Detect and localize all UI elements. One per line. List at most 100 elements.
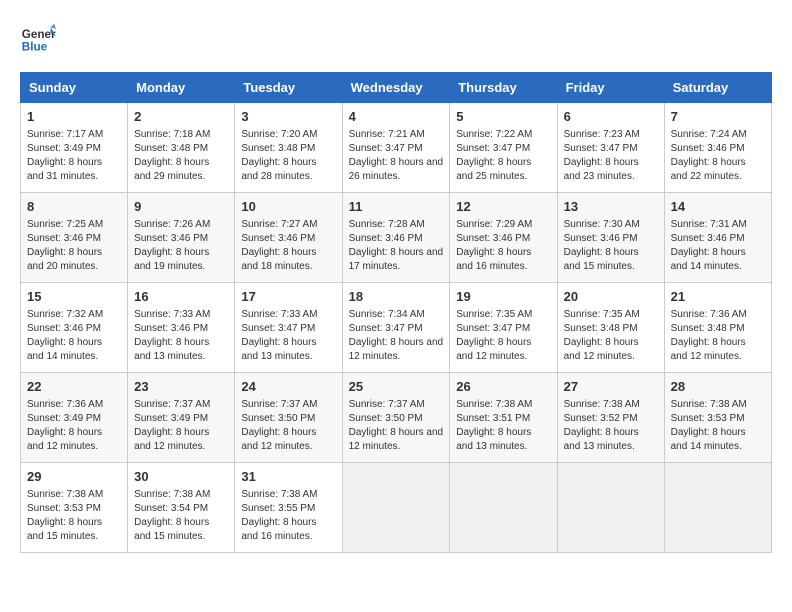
sunrise-label: Sunrise: 7:35 AM — [564, 309, 640, 320]
col-header-saturday: Saturday — [664, 73, 771, 103]
daylight-label: Daylight: 8 hours and 13 minutes. — [241, 337, 316, 362]
sunrise-label: Sunrise: 7:38 AM — [27, 489, 103, 500]
calendar-cell — [557, 463, 664, 553]
sunrise-label: Sunrise: 7:29 AM — [456, 219, 532, 230]
daylight-label: Daylight: 8 hours and 16 minutes. — [456, 247, 531, 272]
day-number: 29 — [27, 468, 121, 486]
day-number: 5 — [456, 108, 550, 126]
sunrise-label: Sunrise: 7:28 AM — [349, 219, 425, 230]
sunset-label: Sunset: 3:46 PM — [27, 233, 101, 244]
sunset-label: Sunset: 3:47 PM — [564, 143, 638, 154]
sunrise-label: Sunrise: 7:34 AM — [349, 309, 425, 320]
sunrise-label: Sunrise: 7:18 AM — [134, 129, 210, 140]
logo-icon: General Blue — [20, 20, 56, 56]
calendar-cell: 15Sunrise: 7:32 AMSunset: 3:46 PMDayligh… — [21, 283, 128, 373]
sunset-label: Sunset: 3:47 PM — [349, 323, 423, 334]
day-number: 16 — [134, 288, 228, 306]
sunrise-label: Sunrise: 7:38 AM — [671, 399, 747, 410]
calendar-cell: 23Sunrise: 7:37 AMSunset: 3:49 PMDayligh… — [128, 373, 235, 463]
day-number: 8 — [27, 198, 121, 216]
calendar-cell: 10Sunrise: 7:27 AMSunset: 3:46 PMDayligh… — [235, 193, 342, 283]
sunrise-label: Sunrise: 7:37 AM — [134, 399, 210, 410]
header: General Blue — [20, 20, 772, 56]
day-number: 12 — [456, 198, 550, 216]
sunset-label: Sunset: 3:50 PM — [349, 413, 423, 424]
day-number: 23 — [134, 378, 228, 396]
sunset-label: Sunset: 3:46 PM — [564, 233, 638, 244]
sunset-label: Sunset: 3:52 PM — [564, 413, 638, 424]
sunrise-label: Sunrise: 7:36 AM — [27, 399, 103, 410]
calendar-cell: 29 Sunrise: 7:38 AM Sunset: 3:53 PM Dayligh… — [21, 463, 128, 553]
sunset-label: Sunset: 3:51 PM — [456, 413, 530, 424]
sunset-label: Sunset: 3:53 PM — [27, 503, 101, 514]
sunset-label: Sunset: 3:48 PM — [241, 143, 315, 154]
calendar-cell: 12 Sunrise: 7:29 AM Sunset: 3:46 PM Dayligh… — [450, 193, 557, 283]
sunrise-label: Sunrise: 7:37 AM — [241, 399, 317, 410]
week-row-3: 15Sunrise: 7:32 AMSunset: 3:46 PMDayligh… — [21, 283, 772, 373]
calendar-cell — [342, 463, 450, 553]
calendar-cell: 9Sunrise: 7:26 AMSunset: 3:46 PMDaylight… — [128, 193, 235, 283]
sunset-label: Sunset: 3:46 PM — [241, 233, 315, 244]
day-number: 30 — [134, 468, 228, 486]
calendar: SundayMondayTuesdayWednesdayThursdayFrid… — [20, 72, 772, 553]
daylight-label: Daylight: 8 hours and 29 minutes. — [134, 157, 209, 182]
day-number: 21 — [671, 288, 765, 306]
sunset-label: Sunset: 3:46 PM — [456, 233, 530, 244]
sunrise-label: Sunrise: 7:38 AM — [241, 489, 317, 500]
sunrise-label: Sunrise: 7:20 AM — [241, 129, 317, 140]
calendar-cell: 30Sunrise: 7:38 AMSunset: 3:54 PMDayligh… — [128, 463, 235, 553]
calendar-cell: 11Sunrise: 7:28 AMSunset: 3:46 PMDayligh… — [342, 193, 450, 283]
sunrise-label: Sunrise: 7:33 AM — [241, 309, 317, 320]
daylight-label: Daylight: 8 hours and 15 minutes. — [27, 517, 102, 542]
logo: General Blue — [20, 20, 62, 56]
week-row-1: 1Sunrise: 7:17 AMSunset: 3:49 PMDaylight… — [21, 103, 772, 193]
calendar-cell: 17Sunrise: 7:33 AMSunset: 3:47 PMDayligh… — [235, 283, 342, 373]
sunrise-label: Sunrise: 7:33 AM — [134, 309, 210, 320]
daylight-label: Daylight: 8 hours and 12 minutes. — [349, 337, 444, 362]
calendar-cell: 22Sunrise: 7:36 AMSunset: 3:49 PMDayligh… — [21, 373, 128, 463]
calendar-cell: 6Sunrise: 7:23 AMSunset: 3:47 PMDaylight… — [557, 103, 664, 193]
sunset-label: Sunset: 3:47 PM — [456, 143, 530, 154]
sunrise-label: Sunrise: 7:17 AM — [27, 129, 103, 140]
daylight-label: Daylight: 8 hours and 12 minutes. — [134, 427, 209, 452]
week-row-4: 22Sunrise: 7:36 AMSunset: 3:49 PMDayligh… — [21, 373, 772, 463]
sunrise-label: Sunrise: 7:25 AM — [27, 219, 103, 230]
sunset-label: Sunset: 3:48 PM — [671, 323, 745, 334]
sunrise-label: Sunrise: 7:38 AM — [564, 399, 640, 410]
sunrise-label: Sunrise: 7:24 AM — [671, 129, 747, 140]
sunset-label: Sunset: 3:53 PM — [671, 413, 745, 424]
calendar-cell: 28Sunrise: 7:38 AMSunset: 3:53 PMDayligh… — [664, 373, 771, 463]
daylight-label: Daylight: 8 hours and 23 minutes. — [564, 157, 639, 182]
sunrise-label: Sunrise: 7:38 AM — [456, 399, 532, 410]
calendar-cell: 20Sunrise: 7:35 AMSunset: 3:48 PMDayligh… — [557, 283, 664, 373]
sunrise-label: Sunrise: 7:21 AM — [349, 129, 425, 140]
col-header-friday: Friday — [557, 73, 664, 103]
day-number: 18 — [349, 288, 444, 306]
sunset-label: Sunset: 3:46 PM — [134, 233, 208, 244]
daylight-label: Daylight: 8 hours and 14 minutes. — [27, 337, 102, 362]
daylight-label: Daylight: 8 hours and 28 minutes. — [241, 157, 316, 182]
day-number: 6 — [564, 108, 658, 126]
calendar-cell: 31Sunrise: 7:38 AMSunset: 3:55 PMDayligh… — [235, 463, 342, 553]
day-number: 4 — [349, 108, 444, 126]
calendar-header-row: SundayMondayTuesdayWednesdayThursdayFrid… — [21, 73, 772, 103]
calendar-cell: 8 Sunrise: 7:25 AM Sunset: 3:46 PM Daylight… — [21, 193, 128, 283]
calendar-cell: 5Sunrise: 7:22 AMSunset: 3:47 PMDaylight… — [450, 103, 557, 193]
daylight-label: Daylight: 8 hours and 20 minutes. — [27, 247, 102, 272]
daylight-label: Daylight: 8 hours and 13 minutes. — [564, 427, 639, 452]
calendar-cell: 19Sunrise: 7:35 AMSunset: 3:47 PMDayligh… — [450, 283, 557, 373]
day-number: 2 — [134, 108, 228, 126]
day-number: 1 — [27, 108, 121, 126]
sunrise-label: Sunrise: 7:32 AM — [27, 309, 103, 320]
sunrise-label: Sunrise: 7:22 AM — [456, 129, 532, 140]
calendar-cell: 25Sunrise: 7:37 AMSunset: 3:50 PMDayligh… — [342, 373, 450, 463]
daylight-label: Daylight: 8 hours and 17 minutes. — [349, 247, 444, 272]
calendar-cell — [450, 463, 557, 553]
calendar-cell: 24Sunrise: 7:37 AMSunset: 3:50 PMDayligh… — [235, 373, 342, 463]
daylight-label: Daylight: 8 hours and 12 minutes. — [349, 427, 444, 452]
calendar-cell: 2Sunrise: 7:18 AMSunset: 3:48 PMDaylight… — [128, 103, 235, 193]
svg-text:Blue: Blue — [22, 41, 48, 54]
daylight-label: Daylight: 8 hours and 12 minutes. — [241, 427, 316, 452]
day-number: 25 — [349, 378, 444, 396]
daylight-label: Daylight: 8 hours and 12 minutes. — [27, 427, 102, 452]
